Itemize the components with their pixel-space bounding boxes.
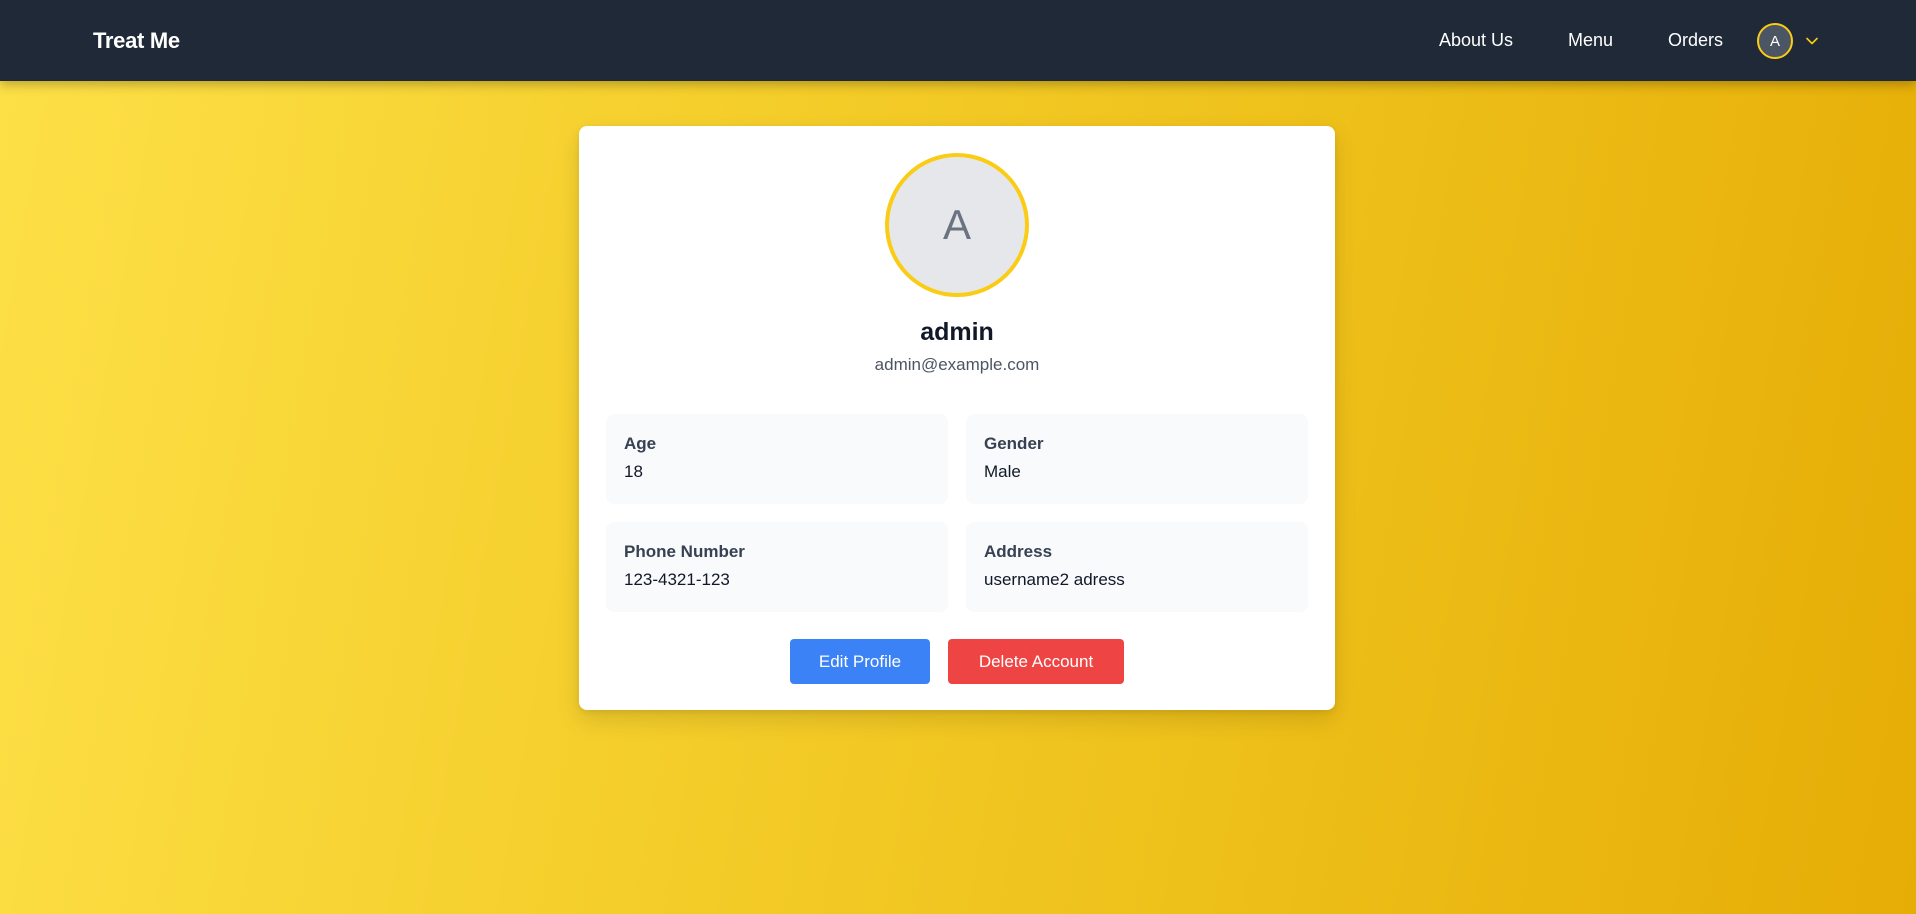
profile-email: admin@example.com <box>874 355 1040 374</box>
edit-profile-button[interactable]: Edit Profile <box>790 639 930 684</box>
profile-avatar: A <box>885 153 1029 297</box>
info-value: 18 <box>624 462 643 481</box>
profile-card: A admin admin@example.com Age 18 Gender … <box>579 126 1335 710</box>
info-box-address: Address username2 adress <box>966 522 1308 612</box>
info-value: username2 adress <box>984 570 1125 589</box>
info-value: 123-4321-123 <box>624 570 730 589</box>
chevron-down-icon[interactable] <box>1805 34 1819 48</box>
nav-link-orders[interactable]: Orders <box>1668 30 1723 51</box>
delete-account-button[interactable]: Delete Account <box>948 639 1124 684</box>
nav-link-menu[interactable]: Menu <box>1568 30 1613 51</box>
info-label: Phone Number <box>624 542 745 561</box>
info-box-age: Age 18 <box>606 414 948 504</box>
brand-logo[interactable]: Treat Me <box>93 0 180 81</box>
info-box-phone: Phone Number 123-4321-123 <box>606 522 948 612</box>
info-label: Age <box>624 434 657 453</box>
info-label: Address <box>984 542 1053 561</box>
top-navbar: Treat Me About Us Menu Orders A <box>0 0 1916 81</box>
info-value: Male <box>984 462 1021 481</box>
info-label: Gender <box>984 434 1044 453</box>
nav-avatar[interactable]: A <box>1757 23 1793 59</box>
info-box-gender: Gender Male <box>966 414 1308 504</box>
profile-name: admin <box>920 318 994 346</box>
nav-link-about-us[interactable]: About Us <box>1439 30 1513 51</box>
user-menu-trigger[interactable]: A <box>1757 23 1819 59</box>
